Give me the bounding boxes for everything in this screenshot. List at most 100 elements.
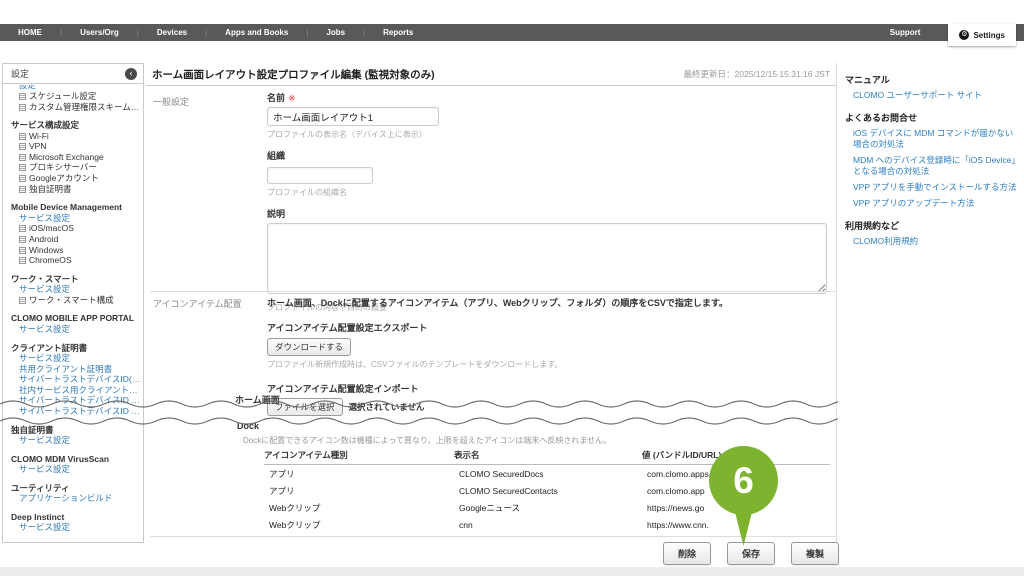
table-cell: CLOMO SecuredDocs (454, 465, 642, 483)
import-label: アイコンアイテム配置設定インポート (267, 382, 829, 395)
sidebar-item[interactable]: 共用クライアント証明書 (3, 364, 141, 375)
delete-button[interactable]: 削除 (663, 542, 711, 565)
form-icon (19, 164, 26, 171)
column-header: アイコンアイテム種別 (264, 447, 454, 465)
sidebar-item[interactable]: ChromeOS (3, 255, 141, 266)
step-6-balloon: 6 (709, 446, 778, 515)
save-button[interactable]: 保存 (727, 542, 775, 565)
sidebar-item[interactable]: サービス設定 (3, 324, 141, 335)
sidebar-item[interactable]: スケジュール設定 (3, 91, 141, 102)
terms-link[interactable]: CLOMO利用規約 (853, 236, 1017, 247)
sidebar-item[interactable]: サイバートラストデバイスID(pilot)... (3, 374, 141, 385)
faq-link[interactable]: iOS デバイスに MDM コマンドが届かない場合の対処法 (853, 128, 1017, 150)
nav-separator: | (123, 28, 153, 37)
sidebar-item[interactable]: ワーク・スマート構成 (3, 295, 141, 306)
manual-link[interactable]: CLOMO ユーザーサポート サイト (853, 90, 1017, 101)
sidebar-item[interactable]: プロキシサーバー (3, 162, 141, 173)
faq-link[interactable]: MDM へのデバイス登録時に「iOS Device」となる場合の対処法 (853, 155, 1017, 177)
footer-buttons: 削除保存複製 (663, 542, 839, 565)
sidebar-item[interactable]: Microsoft Exchange (3, 152, 141, 163)
sidebar-item[interactable]: iOS/macOS (3, 223, 141, 234)
nav-separator: | (292, 28, 322, 37)
nav-item-support[interactable]: Support (890, 28, 921, 37)
sidebar-item[interactable]: 社内サービス用クライアント証明書 (3, 385, 141, 396)
icon-item-section: ホーム画面、Dockに配置するアイコンアイテム（アプリ、Webクリップ、フォルダ… (267, 296, 829, 416)
faq-link[interactable]: VPP アプリを手動でインストールする方法 (853, 182, 1017, 193)
export-label: アイコンアイテム配置設定エクスポート (267, 321, 829, 334)
section-label-icon-items: アイコンアイテム配置 (153, 297, 242, 310)
table-cell: Googleニュース (454, 499, 642, 516)
name-label: 名前 (267, 93, 285, 103)
form-icon (19, 186, 26, 193)
export-help: プロファイル新規作成時は、CSVファイルのテンプレートをダウンロードします。 (267, 359, 829, 370)
settings-tab-label: Settings (973, 31, 1005, 40)
sidebar-item[interactable]: 独自証明書 (3, 184, 141, 195)
sidebar-item[interactable]: サービス設定 (3, 353, 141, 364)
form-icon (19, 257, 26, 264)
form-icon (19, 133, 26, 140)
last-updated: 最終更新日：2025/12/15 15:31:16 JST (684, 68, 830, 80)
nav-item-home[interactable]: HOME (14, 28, 46, 37)
general-settings-form: 名前※ プロファイルの表示名（デバイス上に表示） 組織 プロファイルの組織名 説… (267, 91, 829, 322)
nav-separator: | (349, 28, 379, 37)
description-textarea[interactable] (267, 223, 827, 294)
sidebar-group-header: 独自証明書 (3, 425, 141, 436)
sidebar-item[interactable]: Windows (3, 245, 141, 256)
sidebar-item[interactable]: サービス設定 (3, 284, 141, 295)
sidebar-item[interactable]: Android (3, 234, 141, 245)
sidebar-item[interactable]: サービス設定 (3, 522, 141, 533)
column-header: 表示名 (454, 447, 642, 465)
sidebar-item[interactable]: Wi-Fi (3, 131, 141, 142)
form-icon (19, 247, 26, 254)
nav-separator: | (46, 28, 76, 37)
sidebar-item[interactable]: サービス設定 (3, 435, 141, 446)
sidebar-title: 設定 (11, 67, 29, 80)
sidebar-group-header: サービス構成設定 (3, 120, 141, 131)
sidebar-item[interactable]: VPN (3, 141, 141, 152)
sidebar-item[interactable]: サイバートラストデバイスID G3is... (3, 395, 141, 406)
dock-help: Dockに配置できるアイコン数は機種によって異なり、上限を超えたアイコンは端末へ… (237, 435, 817, 446)
section-divider (150, 291, 836, 292)
tab-settings[interactable]: ⚙ Settings (948, 24, 1016, 46)
nav-menu: HOME|Users/Org|Devices|Apps and Books|Jo… (0, 28, 417, 37)
sidebar-item[interactable]: カスタム管理権限スキーム設定 (3, 102, 141, 113)
nav-item-users-org[interactable]: Users/Org (76, 28, 123, 37)
sidebar-item[interactable]: アプリケーションビルド (3, 493, 141, 504)
duplicate-button[interactable]: 複製 (791, 542, 839, 565)
title-row: ホーム画面レイアウト設定プロファイル編集 (監視対象のみ) 最終更新日：2025… (146, 63, 836, 86)
sidebar-item[interactable]: サービス設定 (3, 464, 141, 475)
sidebar-collapse-button[interactable]: ‹ (125, 68, 137, 80)
top-navbar: HOME|Users/Org|Devices|Apps and Books|Jo… (0, 24, 1024, 41)
nav-item-devices[interactable]: Devices (153, 28, 191, 37)
sidebar-item[interactable]: サービス設定 (3, 213, 141, 224)
section-label-general: 一般設定 (153, 95, 189, 108)
org-label: 組織 (267, 149, 829, 162)
name-input[interactable] (267, 107, 439, 126)
form-icon (19, 104, 26, 111)
name-help: プロファイルの表示名（デバイス上に表示） (267, 129, 829, 140)
terms-header: 利用規約など (845, 219, 1017, 232)
faq-link[interactable]: VPP アプリのアップデート方法 (853, 198, 1017, 209)
sidebar-group-header: CLOMO MDM VirusScan (3, 454, 141, 465)
table-cell: Webクリップ (264, 499, 454, 516)
icon-intro: ホーム画面、Dockに配置するアイコンアイテム（アプリ、Webクリップ、フォルダ… (267, 296, 829, 309)
page-title: ホーム画面レイアウト設定プロファイル編集 (監視対象のみ) (152, 67, 435, 82)
nav-item-apps-and-books[interactable]: Apps and Books (221, 28, 292, 37)
required-mark: ※ (288, 93, 296, 103)
org-input[interactable] (267, 167, 373, 184)
file-select-status: 選択されていません (349, 401, 425, 413)
nav-item-reports[interactable]: Reports (379, 28, 417, 37)
table-cell: https://www.cnn. (642, 516, 830, 533)
sidebar-group-header: Deep Instinct (3, 512, 141, 523)
sidebar-group-header: ユーティリティ (3, 483, 141, 494)
sidebar-header: 設定 ‹ (3, 64, 143, 84)
nav-item-jobs[interactable]: Jobs (322, 28, 349, 37)
table-cell: アプリ (264, 482, 454, 499)
sidebar-group-header: ワーク・スマート (3, 274, 141, 285)
bottom-strip (0, 567, 1024, 576)
sidebar-item[interactable]: Googleアカウント (3, 173, 141, 184)
download-button[interactable]: ダウンロードする (267, 338, 351, 356)
help-panel: マニュアル CLOMO ユーザーサポート サイト よくあるお問合せ iOS デバ… (845, 73, 1017, 252)
dock-label: Dock (237, 421, 817, 431)
sidebar-item[interactable]: サイバートラストデバイスID G3is(... (3, 406, 141, 417)
